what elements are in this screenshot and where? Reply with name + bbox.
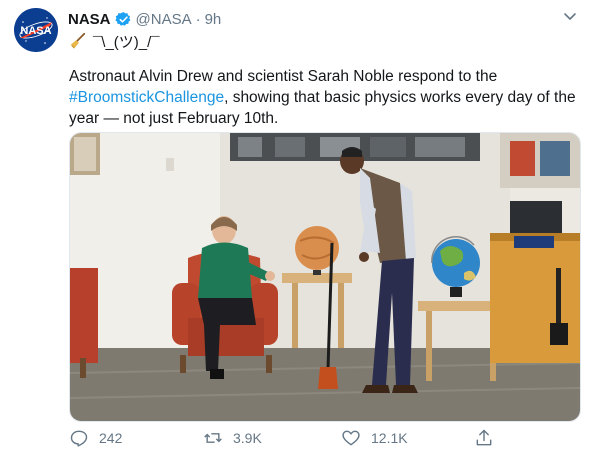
shrug-text: ¯\_(ツ)_/¯ — [93, 33, 160, 51]
tweet-video[interactable] — [69, 132, 581, 422]
author-name[interactable]: NASA — [68, 11, 111, 28]
svg-text:NASA: NASA — [20, 25, 51, 37]
reply-button[interactable]: 242 — [69, 426, 122, 450]
verified-badge-icon — [114, 11, 130, 26]
video-frame — [70, 133, 580, 421]
tweet-actions: 242 3.9K 12.1K — [69, 426, 539, 450]
reply-count: 242 — [99, 430, 123, 446]
tweet-timestamp[interactable]: 9h — [205, 11, 222, 28]
share-icon — [476, 429, 492, 446]
tweet-card[interactable]: NASA NASA @NASA · 9h ¯\_(ツ)_/¯ Astronaut… — [0, 0, 599, 462]
retweet-icon — [204, 433, 222, 443]
reply-icon — [70, 430, 88, 447]
separator-dot: · — [195, 10, 201, 28]
share-button[interactable] — [474, 426, 494, 450]
nasa-logo-icon[interactable]: NASA — [14, 8, 58, 52]
tweet-text: Astronaut Alvin Drew and scientist Sarah… — [69, 66, 579, 129]
tweet-emoji-line: ¯\_(ツ)_/¯ — [69, 31, 160, 51]
tweet-text-start: Astronaut Alvin Drew and scientist Sarah… — [69, 68, 498, 85]
broom-icon — [70, 32, 86, 49]
retweet-count: 3.9K — [233, 430, 262, 446]
like-button[interactable]: 12.1K — [341, 426, 408, 450]
like-icon — [342, 430, 360, 446]
retweet-button[interactable]: 3.9K — [203, 426, 262, 450]
hashtag-link[interactable]: #BroomstickChallenge — [69, 89, 224, 106]
tweet-header: NASA @NASA · 9h — [68, 8, 221, 30]
like-count: 12.1K — [371, 430, 408, 446]
chevron-down-icon[interactable] — [562, 8, 578, 24]
author-handle[interactable]: @NASA — [136, 11, 192, 28]
